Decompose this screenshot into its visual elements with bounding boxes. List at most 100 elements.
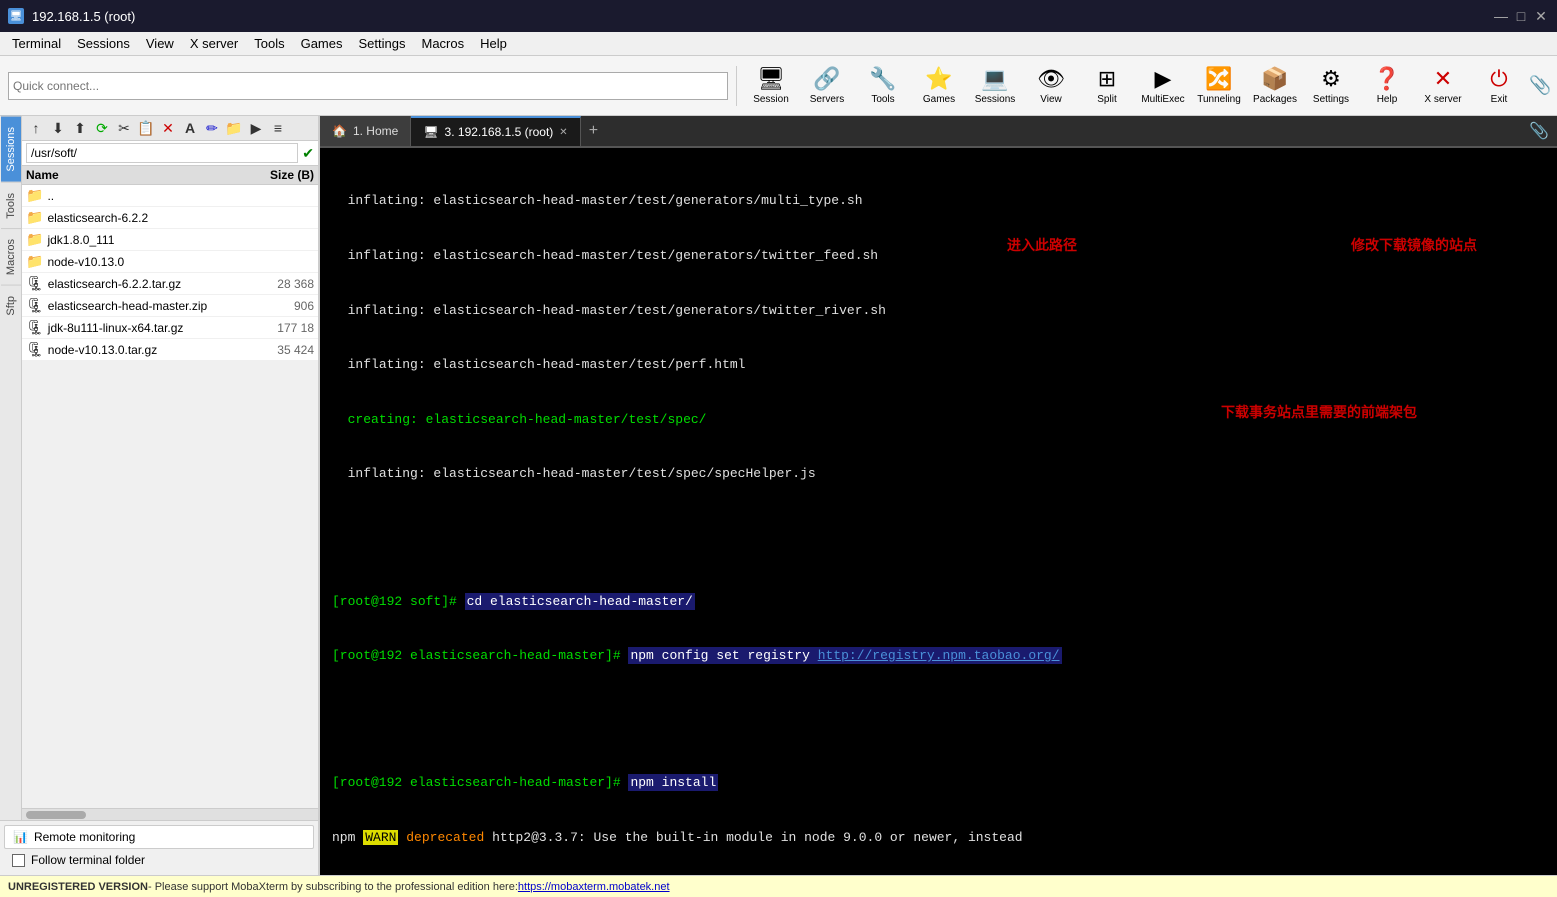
multiexec-button[interactable]: ▶ MultiExec <box>1137 60 1189 112</box>
sessions-button[interactable]: 💻 Sessions <box>969 60 1021 112</box>
multiexec-icon: ▶ <box>1155 66 1172 92</box>
file-newfolder-button[interactable]: 📁 <box>224 118 244 138</box>
file-name: elasticsearch-6.2.2 <box>47 211 254 225</box>
xserver-button[interactable]: ✕ X server <box>1417 60 1469 112</box>
minimize-button[interactable]: — <box>1493 8 1509 24</box>
file-cut-button[interactable]: ✂ <box>114 118 134 138</box>
list-item[interactable]: 🗜 elasticsearch-6.2.2.tar.gz 28 368 <box>22 273 318 295</box>
window-controls[interactable]: — □ ✕ <box>1493 8 1549 24</box>
list-item[interactable]: 🗜 node-v10.13.0.tar.gz 35 424 <box>22 339 318 361</box>
term-output: inflating: elasticsearch-head-master/tes… <box>332 465 1545 483</box>
term-output: inflating: elasticsearch-head-master/tes… <box>332 247 1545 265</box>
column-size: Size (B) <box>254 168 314 182</box>
sidebar-item-macros[interactable]: Macros <box>1 228 21 285</box>
folder-icon: 📁 <box>26 209 43 226</box>
list-item[interactable]: 📁 jdk1.8.0_111 <box>22 229 318 251</box>
terminal[interactable]: inflating: elasticsearch-head-master/tes… <box>320 148 1557 875</box>
status-link[interactable]: https://mobaxterm.mobatek.net <box>518 881 670 893</box>
split-button[interactable]: ⊞ Split <box>1081 60 1133 112</box>
quick-connect-input[interactable] <box>8 72 728 100</box>
games-icon: ⭐ <box>925 66 952 92</box>
sidebar-item-tools[interactable]: Tools <box>1 182 21 229</box>
file-up-button[interactable]: ↑ <box>26 118 46 138</box>
remote-monitoring-label: Remote monitoring <box>34 830 135 844</box>
packages-icon: 📦 <box>1261 66 1288 92</box>
main-layout: Sessions Tools Macros Sftp ↑ ⬇ ⬆ ⟳ ✂ 📋 ✕… <box>0 116 1557 875</box>
list-item[interactable]: 🗜 elasticsearch-head-master.zip 906 <box>22 295 318 317</box>
menu-xserver[interactable]: X server <box>182 34 246 53</box>
follow-terminal-checkbox[interactable] <box>12 854 25 867</box>
view-label: View <box>1040 94 1062 105</box>
file-list-header: Name Size (B) <box>22 166 318 185</box>
settings-label: Settings <box>1313 94 1349 105</box>
help-button[interactable]: ❓ Help <box>1361 60 1413 112</box>
tab-add-button[interactable]: + <box>581 118 606 144</box>
tools-icon: 🔧 <box>869 66 896 92</box>
exit-label: Exit <box>1491 94 1508 105</box>
tab-terminal[interactable]: 🖥 3. 192.168.1.5 (root) ✕ <box>411 116 580 146</box>
help-label: Help <box>1377 94 1398 105</box>
menu-view[interactable]: View <box>138 34 182 53</box>
attach-icon[interactable]: 📎 <box>1529 75 1549 96</box>
maximize-button[interactable]: □ <box>1513 8 1529 24</box>
view-button[interactable]: 👁 View <box>1025 60 1077 112</box>
menu-settings[interactable]: Settings <box>351 34 414 53</box>
title-bar-left: 🖥 192.168.1.5 (root) <box>8 8 135 24</box>
multiexec-label: MultiExec <box>1141 94 1184 105</box>
split-icon: ⊞ <box>1098 66 1116 92</box>
list-item[interactable]: 📁 node-v10.13.0 <box>22 251 318 273</box>
path-ok-icon[interactable]: ✔ <box>302 145 314 162</box>
path-input[interactable] <box>26 143 298 163</box>
hscroll-thumb[interactable] <box>26 811 86 819</box>
right-panel: 🏠 1. Home 🖥 3. 192.168.1.5 (root) ✕ + 📎 … <box>320 116 1557 875</box>
tab-home[interactable]: 🏠 1. Home <box>320 116 411 146</box>
tools-button[interactable]: 🔧 Tools <box>857 60 909 112</box>
menu-terminal[interactable]: Terminal <box>4 34 69 53</box>
menu-help[interactable]: Help <box>472 34 515 53</box>
file-copy-button[interactable]: 📋 <box>136 118 156 138</box>
menu-sessions[interactable]: Sessions <box>69 34 138 53</box>
list-item[interactable]: 📁 .. <box>22 185 318 207</box>
file-refresh-button[interactable]: ⟳ <box>92 118 112 138</box>
file-upload-button[interactable]: ⬆ <box>70 118 90 138</box>
file-panel: ↑ ⬇ ⬆ ⟳ ✂ 📋 ✕ A ✏ 📁 ▶ ≡ ✔ <box>22 116 318 820</box>
tab-bar: 🏠 1. Home 🖥 3. 192.168.1.5 (root) ✕ + 📎 <box>320 116 1557 148</box>
settings-toolbar-button[interactable]: ⚙ Settings <box>1305 60 1357 112</box>
file-hscroll[interactable] <box>22 808 318 820</box>
file-download-button[interactable]: ⬇ <box>48 118 68 138</box>
servers-button[interactable]: 🔗 Servers <box>801 60 853 112</box>
remote-monitoring-button[interactable]: 📊 Remote monitoring <box>4 825 314 849</box>
terminal-tab-icon: 🖥 <box>423 125 438 139</box>
packages-button[interactable]: 📦 Packages <box>1249 60 1301 112</box>
exit-icon: ⏻ <box>1490 66 1507 92</box>
menu-games[interactable]: Games <box>293 34 351 53</box>
games-button[interactable]: ⭐ Games <box>913 60 965 112</box>
file-delete-button[interactable]: ✕ <box>158 118 178 138</box>
tab-close-button[interactable]: ✕ <box>559 127 567 138</box>
list-item[interactable]: 📁 elasticsearch-6.2.2 <box>22 207 318 229</box>
xserver-icon: ✕ <box>1434 66 1452 92</box>
menu-macros[interactable]: Macros <box>413 34 472 53</box>
menu-bar: Terminal Sessions View X server Tools Ga… <box>0 32 1557 56</box>
close-button[interactable]: ✕ <box>1533 8 1549 24</box>
menu-tools[interactable]: Tools <box>246 34 292 53</box>
sidebar-item-sftp[interactable]: Sftp <box>1 285 21 326</box>
file-edit-button[interactable]: ✏ <box>202 118 222 138</box>
left-panel: Sessions Tools Macros Sftp ↑ ⬇ ⬆ ⟳ ✂ 📋 ✕… <box>0 116 320 875</box>
term-output: npm WARN deprecated http2@3.3.7: Use the… <box>332 829 1545 847</box>
window-title: 192.168.1.5 (root) <box>32 9 135 24</box>
file-name: elasticsearch-head-master.zip <box>48 299 254 313</box>
tunneling-button[interactable]: 🔀 Tunneling <box>1193 60 1245 112</box>
session-button[interactable]: 🖥 Session <box>745 60 797 112</box>
file-execute-button[interactable]: ▶ <box>246 118 266 138</box>
tab-attach-icon[interactable]: 📎 <box>1521 117 1557 145</box>
list-item[interactable]: 🗜 jdk-8u111-linux-x64.tar.gz 177 18 <box>22 317 318 339</box>
title-bar: 🖥 192.168.1.5 (root) — □ ✕ <box>0 0 1557 32</box>
file-name: node-v10.13.0.tar.gz <box>48 343 254 357</box>
column-name: Name <box>26 168 254 182</box>
file-menu-button[interactable]: ≡ <box>268 118 288 138</box>
sidebar-item-sessions[interactable]: Sessions <box>1 116 21 182</box>
file-rename-button[interactable]: A <box>180 118 200 138</box>
toolbar-right: ✕ X server ⏻ Exit 📎 <box>1417 60 1549 112</box>
exit-button[interactable]: ⏻ Exit <box>1473 60 1525 112</box>
